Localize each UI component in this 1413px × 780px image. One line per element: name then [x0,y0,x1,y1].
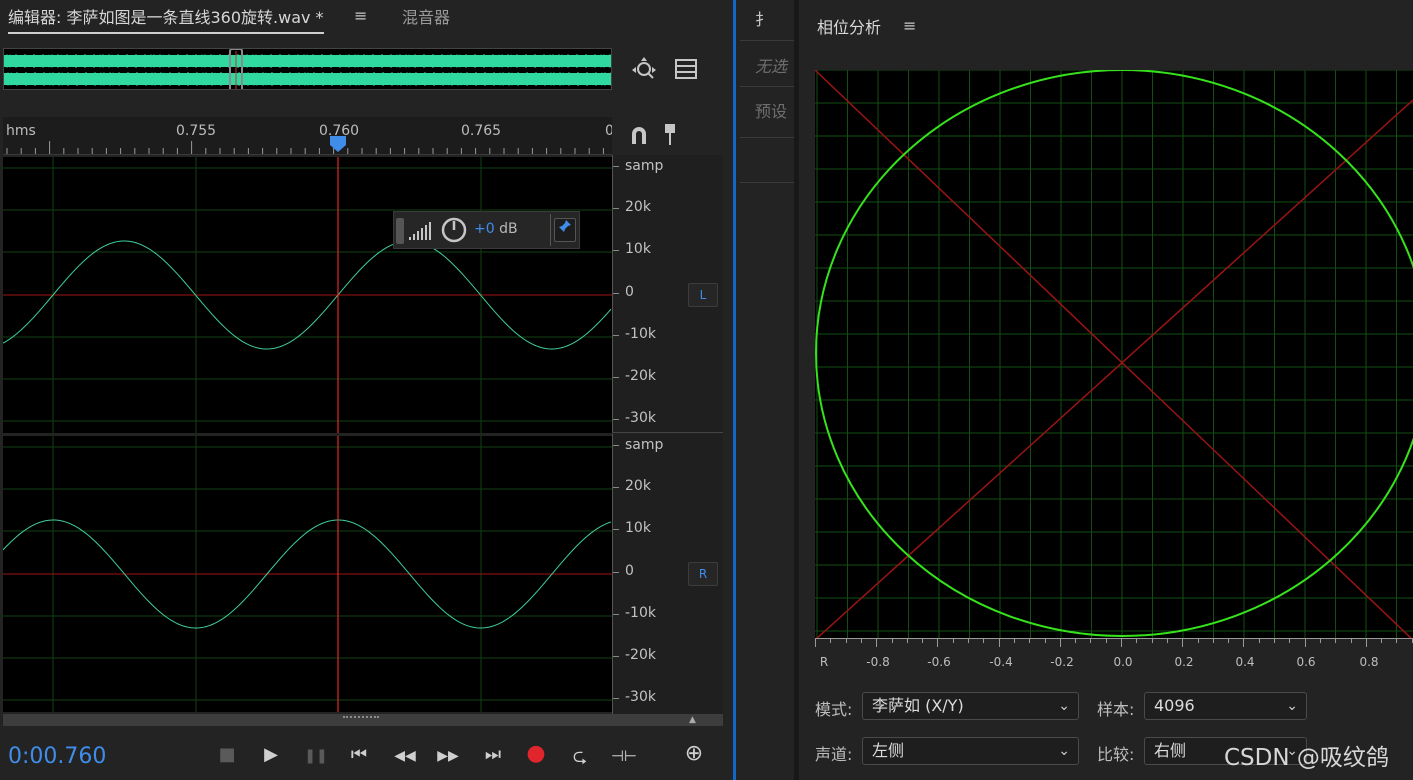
volume-hud[interactable]: +0 dB [393,211,580,249]
phase-analysis-panel: 相位分析 ≡ R -0.8 -0.6 -0.4 -0.2 0.0 0.2 0.4… [799,0,1413,780]
middle-empty-label: 无选 [755,57,788,76]
left-channel-waveform[interactable] [3,157,612,433]
mode-select[interactable]: 李萨如 (X/Y) ⌄ [862,692,1079,720]
axis-tick: 0 [625,563,634,579]
pin-icon[interactable] [554,218,576,242]
skip-selection-button[interactable]: ⊣⊢ [610,747,638,765]
axis-tick: 10k [625,241,651,257]
level-meter-icon [408,221,432,245]
axis-tick: -30k [625,410,656,426]
compare-value: 右侧 [1154,741,1187,760]
editor-panel: 编辑器: 李萨如图是一条直线360旋转.wav * ≡ 混音器 hms 0.75… [0,0,727,780]
channel-select[interactable]: 左侧 ⌄ [862,737,1079,765]
list-icon[interactable] [674,58,698,86]
mode-label: 模式: [815,700,853,719]
channel-label: 声道: [815,745,853,764]
right-channel-waveform[interactable] [3,436,612,712]
pause-button[interactable]: ❚❚ [302,748,330,764]
phase-menu-icon[interactable]: ≡ [903,16,916,35]
axis-tick: 20k [625,478,651,494]
axis-unit: samp [625,158,664,174]
pin-marker-icon[interactable] [662,122,678,151]
panel-divider[interactable] [733,0,736,780]
axis-tick: 10k [625,520,651,536]
middle-tab[interactable]: 扌 [755,6,771,30]
middle-panel: 扌 无选 预设 [740,0,794,780]
scale-label: 0.6 [1296,655,1316,669]
timecode-display[interactable]: 0:00.760 [8,744,106,769]
play-button[interactable]: ▶ [257,744,285,765]
mixer-tab[interactable]: 混音器 [402,4,450,28]
playhead-marker-icon [330,136,346,152]
right-channel-badge[interactable]: R [688,562,718,586]
volume-number: +0 [474,221,495,237]
channel-value: 左侧 [872,741,905,760]
horizontal-scrollbar[interactable]: ▲ [3,714,723,726]
move-to-start-button[interactable]: ⏮ [345,744,373,765]
stop-button[interactable]: ■ [213,744,241,765]
axis-tick: -20k [625,647,656,663]
axis-tick: 0 [625,284,634,300]
move-to-end-button[interactable]: ⏭ [479,744,507,765]
axis-tick: 20k [625,199,651,215]
loop-playback-button[interactable]: ⮎ [566,744,594,774]
axis-tick: -30k [625,689,656,705]
record-button[interactable]: ● [522,741,550,766]
mode-value: 李萨如 (X/Y) [872,696,964,715]
scale-label: 0.2 [1174,655,1194,669]
scale-label: 0.0 [1113,655,1133,669]
phase-analysis-title[interactable]: 相位分析 [817,14,881,38]
chevron-down-icon: ⌄ [1286,698,1298,714]
zoom-button[interactable]: ⊕ [680,741,708,766]
left-channel-badge[interactable]: L [688,283,718,307]
axis-tick: -10k [625,605,656,621]
samples-label: 样本: [1097,700,1135,719]
middle-presets-label: 预设 [755,102,788,121]
scale-label: -0.2 [1050,655,1074,669]
fast-forward-button[interactable]: ▶▶ [434,748,462,764]
time-ruler[interactable]: hms 0.755 0.760 0.765 0 [3,117,612,155]
overview-waveform[interactable] [3,48,612,90]
chevron-down-icon: ⌄ [1058,743,1070,759]
scrollbar-grip[interactable] [343,716,379,724]
axis-tick: -20k [625,368,656,384]
phase-scale-axis: R -0.8 -0.6 -0.4 -0.2 0.0 0.2 0.4 0.6 0.… [815,638,1413,672]
editor-tab-menu-icon[interactable]: ≡ [354,6,367,25]
scale-label: -0.6 [927,655,951,669]
hud-drag-handle[interactable] [396,218,404,244]
scale-label: 0.8 [1359,655,1379,669]
zoom-navigator-icon[interactable] [630,56,658,90]
volume-value: +0 dB [474,221,518,237]
scale-label: R [819,655,829,669]
axis-unit: samp [625,437,664,453]
scale-label: -0.8 [866,655,890,669]
left-amplitude-axis: samp 20k 10k 0 -10k -20k -30k L [612,155,723,433]
volume-unit: dB [499,221,518,237]
phase-scope [815,70,1413,640]
chevron-down-icon: ⌄ [1058,698,1070,714]
volume-knob-icon[interactable] [440,216,468,248]
compare-label: 比较: [1097,745,1135,764]
watermark: CSDN @吸纹鸽 [1224,745,1389,771]
editor-tab[interactable]: 编辑器: 李萨如图是一条直线360旋转.wav * [8,4,324,34]
samples-select[interactable]: 4096 ⌄ [1144,692,1307,720]
right-amplitude-axis: samp 20k 10k 0 -10k -20k -30k R [612,434,723,714]
scale-label: 0.4 [1235,655,1255,669]
scale-label: -0.4 [989,655,1013,669]
magnet-icon[interactable] [628,124,650,151]
axis-tick: -10k [625,326,656,342]
rewind-button[interactable]: ◀◀ [391,748,419,764]
scroll-up-arrow-icon[interactable]: ▲ [689,715,696,725]
samples-value: 4096 [1154,696,1195,715]
